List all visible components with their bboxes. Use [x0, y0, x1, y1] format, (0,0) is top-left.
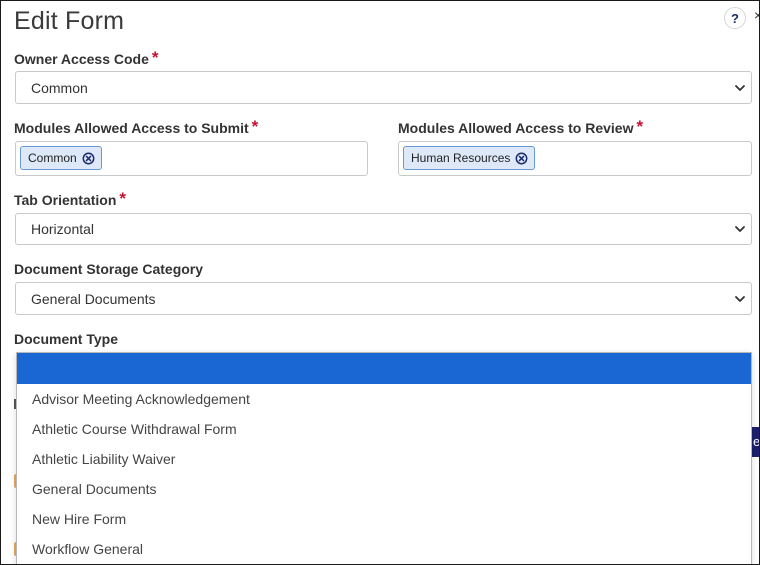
modules-review-multiselect[interactable]: Human Resources — [398, 141, 752, 176]
module-tag: Common — [20, 146, 102, 170]
chevron-down-icon — [735, 295, 745, 302]
tab-orientation-value: Horizontal — [31, 221, 95, 237]
document-type-dropdown[interactable]: Advisor Meeting Acknowledgement Athletic… — [16, 352, 752, 564]
help-button[interactable]: ? — [724, 7, 746, 29]
required-marker: * — [251, 117, 259, 136]
module-tag-label: Common — [28, 151, 77, 165]
modules-review-label: Modules Allowed Access to Review * — [398, 117, 644, 136]
module-tag-label: Human Resources — [411, 151, 511, 165]
document-type-option-blank[interactable] — [17, 353, 751, 384]
remove-circle-x-icon[interactable] — [82, 152, 95, 165]
owner-access-code-label: Owner Access Code * — [14, 48, 159, 67]
document-type-option[interactable]: Athletic Course Withdrawal Form — [32, 421, 237, 437]
document-type-option[interactable]: Workflow General — [32, 541, 143, 557]
edit-form-dialog: Edit Form ? × Owner Access Code* Common … — [0, 0, 760, 565]
modules-submit-multiselect[interactable]: Common — [15, 141, 368, 176]
document-storage-category-select[interactable]: General Documents — [15, 282, 752, 315]
required-marker: * — [151, 48, 159, 67]
tab-orientation-label: Tab Orientation * — [14, 189, 127, 208]
document-storage-category-value: General Documents — [31, 290, 156, 307]
remove-circle-x-icon[interactable] — [515, 152, 528, 165]
close-button[interactable]: × — [754, 7, 759, 23]
question-mark-icon: ? — [731, 10, 739, 26]
chevron-down-icon — [735, 84, 745, 91]
document-type-option[interactable]: Advisor Meeting Acknowledgement — [32, 391, 250, 407]
document-type-label: Document Type — [14, 331, 118, 347]
required-marker: * — [119, 189, 127, 208]
required-marker: * — [636, 117, 644, 136]
owner-access-code-select[interactable]: Common — [15, 71, 752, 104]
document-type-option[interactable]: Athletic Liability Waiver — [32, 451, 175, 467]
modules-submit-label: Modules Allowed Access to Submit * — [14, 117, 259, 136]
tab-orientation-select[interactable]: Horizontal — [15, 213, 752, 245]
owner-access-code-value: Common — [31, 79, 88, 96]
document-type-option[interactable]: General Documents — [32, 481, 157, 497]
dialog-title: Edit Form — [14, 7, 125, 35]
chevron-down-icon — [735, 226, 745, 232]
background-button[interactable]: e — [752, 427, 759, 457]
module-tag: Human Resources — [403, 146, 536, 170]
document-type-option[interactable]: New Hire Form — [32, 511, 126, 527]
document-storage-category-label: Document Storage Category — [14, 261, 204, 277]
